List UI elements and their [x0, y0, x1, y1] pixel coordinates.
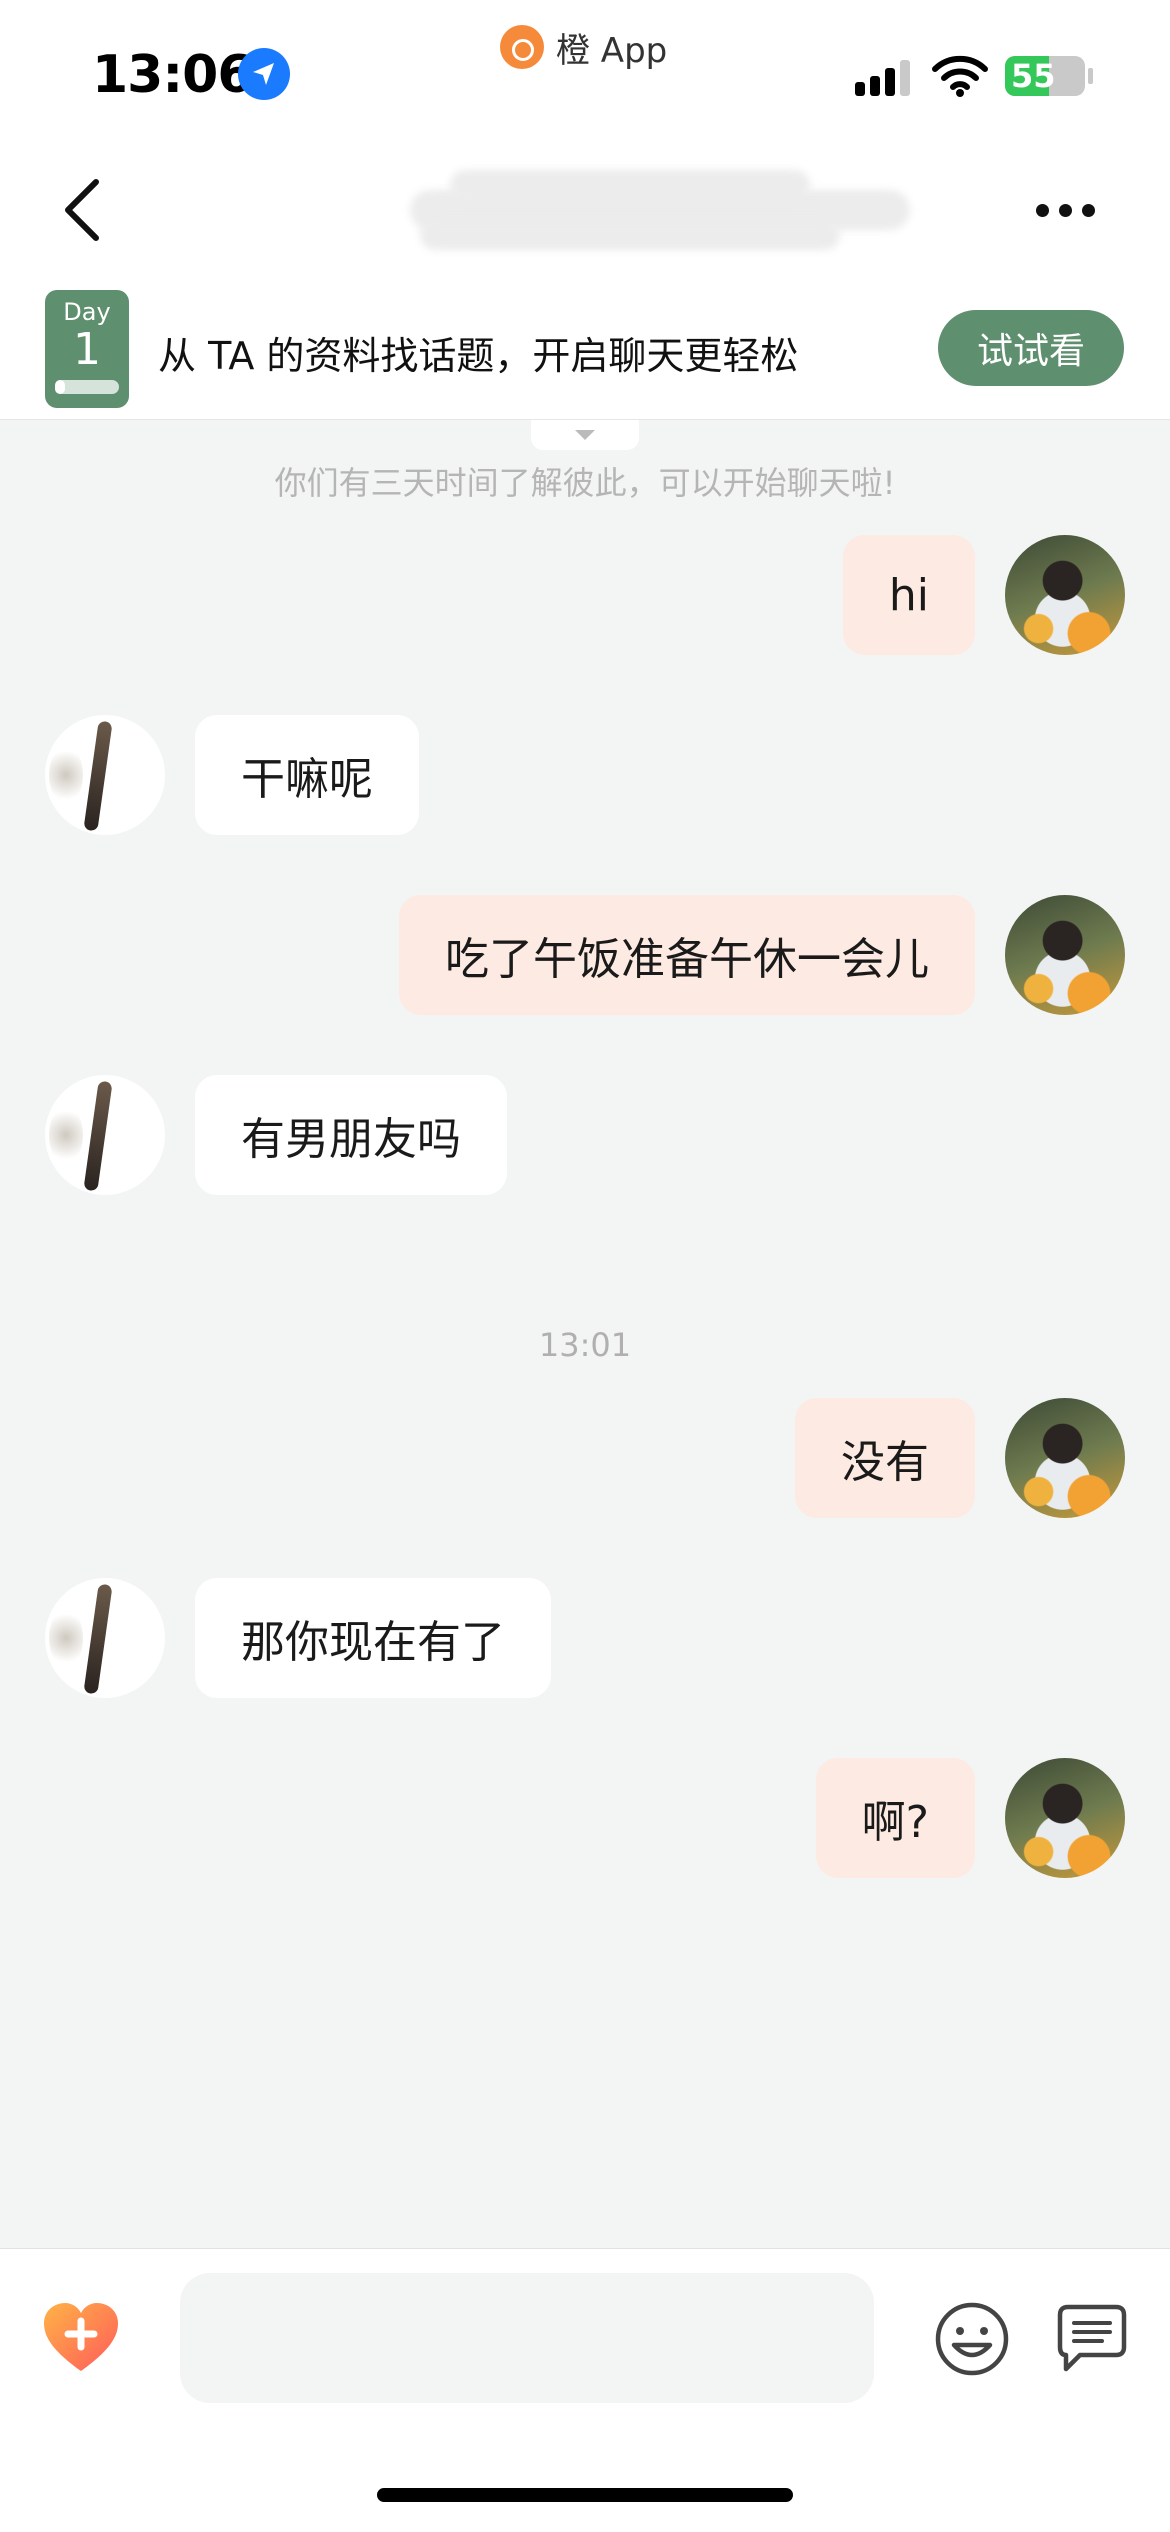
- my-message-bubble[interactable]: 啊?: [815, 1758, 975, 1878]
- topic-tip-banner: Day 1 从 TA 的资料找话题，开启聊天更轻松 试试看: [0, 280, 1170, 420]
- chat-screen: 13:06 橙 App 55 Day 1 从 TA 的资料找话题，开启聊天更轻松…: [0, 0, 1170, 2532]
- day-label: Day: [63, 298, 111, 326]
- day-badge: Day 1: [45, 290, 129, 408]
- heart-plus-button[interactable]: [40, 2297, 122, 2379]
- my-avatar[interactable]: [1005, 895, 1125, 1015]
- message-row: hi: [0, 535, 1170, 665]
- my-message-bubble[interactable]: 吃了午饭准备午休一会儿: [399, 895, 975, 1015]
- day-progress-bar: [55, 380, 119, 394]
- my-message-bubble[interactable]: 没有: [795, 1398, 975, 1518]
- wifi-icon: [932, 55, 988, 101]
- quick-chat-button[interactable]: [1050, 2299, 1130, 2379]
- message-row: 有男朋友吗: [0, 1075, 1170, 1205]
- peer-avatar[interactable]: [45, 1075, 165, 1195]
- more-dots-icon: [1035, 203, 1049, 217]
- peer-message-bubble[interactable]: 那你现在有了: [195, 1578, 551, 1698]
- message-row: 啊?: [0, 1758, 1170, 1888]
- chevron-left-icon: [65, 179, 99, 241]
- system-note: 你们有三天时间了解彼此，可以开始聊天啦!: [274, 464, 896, 502]
- app-indicator[interactable]: 橙 App: [500, 22, 667, 72]
- emoji-button[interactable]: [932, 2299, 1012, 2379]
- heart-plus-icon: [44, 2303, 118, 2371]
- app-name: 橙 App: [556, 30, 668, 71]
- tip-text: 从 TA 的资料找话题，开启聊天更轻松: [158, 334, 799, 378]
- chat-bubble-icon: [1057, 2304, 1127, 2372]
- message-row: 没有: [0, 1398, 1170, 1528]
- title-redaction: [410, 170, 950, 260]
- cellular-signal-icon: [855, 60, 910, 96]
- emoji-smile-icon: [935, 2302, 1009, 2376]
- status-time: 13:06: [92, 45, 254, 105]
- banner-pointer: [531, 420, 639, 450]
- try-it-button[interactable]: 试试看: [938, 310, 1124, 386]
- my-message-bubble[interactable]: hi: [842, 535, 975, 655]
- day-number: 1: [73, 324, 101, 375]
- location-arrow-icon: [238, 48, 290, 100]
- battery-charging-icon: 55: [1005, 56, 1085, 96]
- battery-tip: [1088, 68, 1093, 84]
- my-avatar[interactable]: [1005, 535, 1125, 655]
- nav-bar: [0, 140, 1170, 280]
- message-input[interactable]: [180, 2273, 874, 2403]
- battery-level: 55: [1011, 57, 1056, 95]
- peer-avatar[interactable]: [45, 1578, 165, 1698]
- more-options-button[interactable]: [1020, 190, 1110, 230]
- app-logo-icon: [500, 25, 544, 69]
- message-row: 干嘛呢: [0, 715, 1170, 845]
- home-indicator[interactable]: [377, 2488, 793, 2502]
- peer-message-bubble[interactable]: 干嘛呢: [195, 715, 419, 835]
- message-row: 那你现在有了: [0, 1578, 1170, 1708]
- my-avatar[interactable]: [1005, 1758, 1125, 1878]
- back-button[interactable]: [50, 170, 130, 250]
- status-bar: 13:06 橙 App 55: [0, 0, 1170, 140]
- message-timestamp: 13:01: [538, 1326, 632, 1364]
- peer-avatar[interactable]: [45, 715, 165, 835]
- peer-message-bubble[interactable]: 有男朋友吗: [195, 1075, 507, 1195]
- message-row: 吃了午饭准备午休一会儿: [0, 895, 1170, 1025]
- my-avatar[interactable]: [1005, 1398, 1125, 1518]
